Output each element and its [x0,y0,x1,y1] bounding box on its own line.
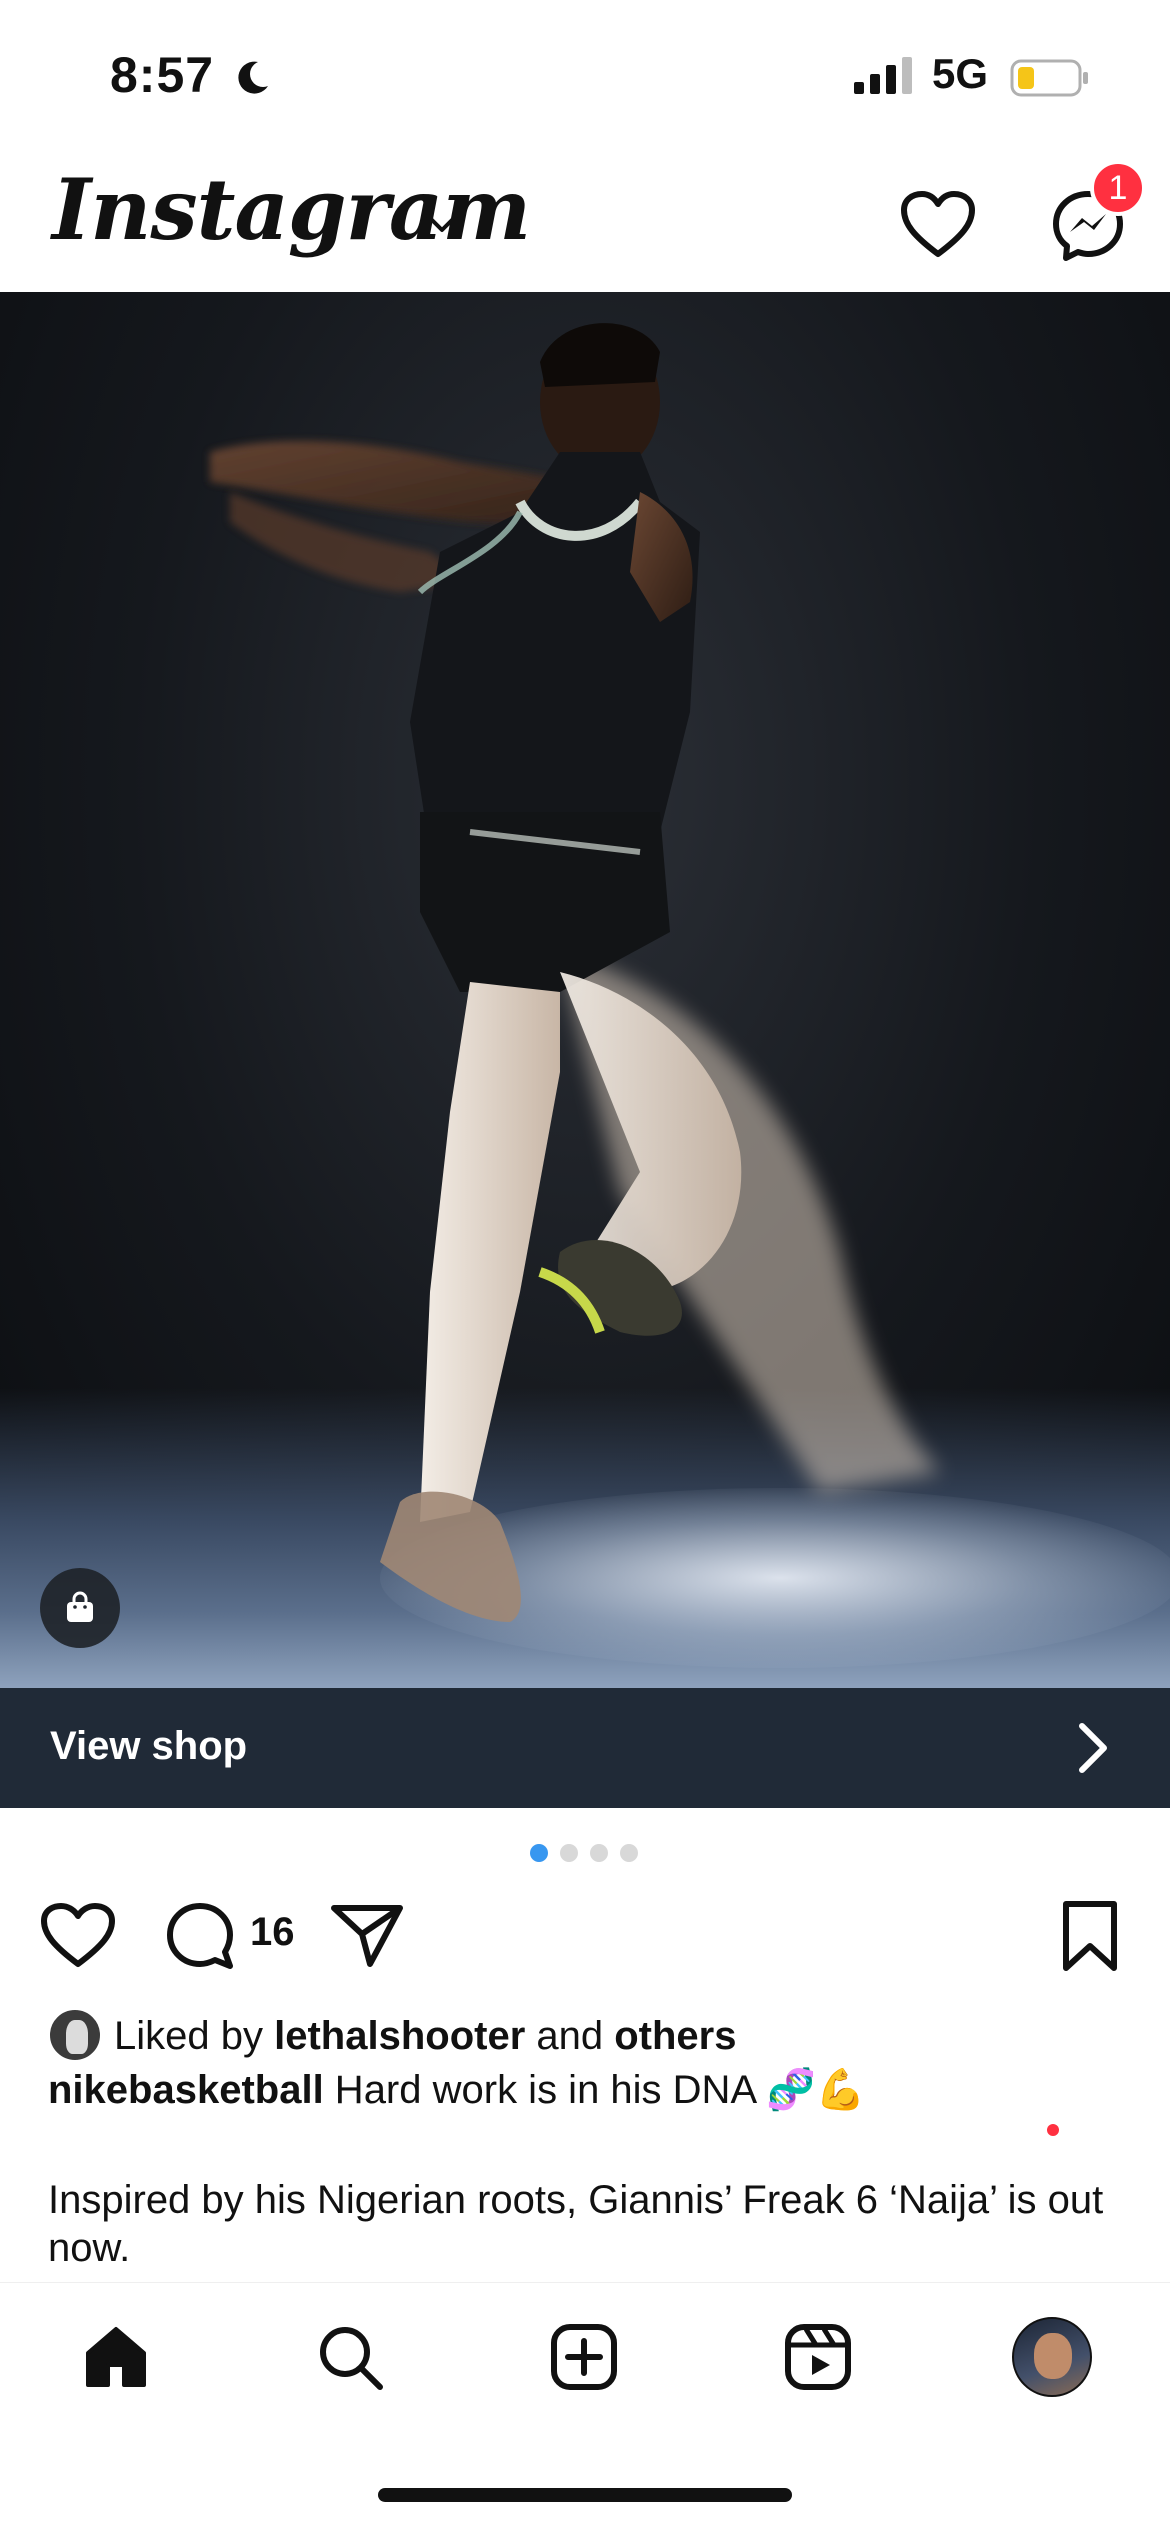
status-bar: 8:57 5G [0,0,1170,150]
carousel-indicator [530,1844,640,1864]
caption-body: Inspired by his Nigerian roots, Giannis’… [48,2178,1104,2270]
create-icon [551,2324,617,2390]
post-actions: 16 [0,1894,1170,1974]
nav-home[interactable] [76,2317,156,2397]
view-shop-label: View shop [50,1724,248,1768]
liked-by-text: Liked by lethalshooter and others [114,2014,736,2059]
comment-icon[interactable] [164,1900,236,1972]
like-icon[interactable] [40,1902,116,1970]
liked-by-prefix: Liked by [114,2014,275,2058]
caption-text: Hard work is in his DNA 🧬💪 [323,2068,866,2112]
athlete-figure [210,323,940,1622]
liked-by-others[interactable]: others [614,2014,736,2058]
moon-icon [238,61,268,94]
liker-avatar[interactable] [48,2008,102,2062]
bookmark-icon[interactable] [1060,1900,1120,1972]
profile-notification-dot [1047,2124,1059,2136]
app-header: Instagram [0,160,1170,290]
carousel-dot [560,1844,578,1862]
profile-avatar[interactable] [1012,2317,1092,2397]
heart-icon[interactable] [900,190,976,260]
comment-count: 16 [250,1910,295,1954]
view-shop-bar[interactable]: View shop [0,1688,1170,1808]
battery-icon [1010,59,1088,97]
nav-reels[interactable] [778,2317,858,2397]
chevron-right-icon [1079,1723,1107,1773]
message-badge: 1 [1090,160,1146,216]
search-icon [320,2327,383,2390]
carousel-dot [530,1844,548,1862]
shop-bag-icon [67,1591,93,1622]
home-icon [86,2327,146,2387]
chevron-down-icon[interactable] [424,208,460,238]
liked-by-middle: and [525,2014,615,2058]
network-label: 5G [932,50,989,97]
shop-bag-button[interactable] [40,1568,120,1648]
nav-search[interactable] [310,2317,390,2397]
reels-icon [785,2324,851,2390]
carousel-dot [620,1844,638,1862]
caption-line: nikebasketball Hard work is in his DNA 🧬… [48,2066,1138,2113]
liked-by-user[interactable]: lethalshooter [274,2014,525,2058]
carousel-dot [590,1844,608,1862]
caption-username[interactable]: nikebasketball [48,2068,324,2112]
liked-by-row[interactable]: Liked by lethalshooter and others [48,2006,1128,2062]
status-time: 8:57 [110,47,215,103]
signal-icon [854,57,912,94]
post-image[interactable] [0,292,1170,1688]
home-indicator[interactable] [378,2488,792,2502]
share-icon[interactable] [330,1902,404,1968]
nav-create[interactable] [544,2317,624,2397]
